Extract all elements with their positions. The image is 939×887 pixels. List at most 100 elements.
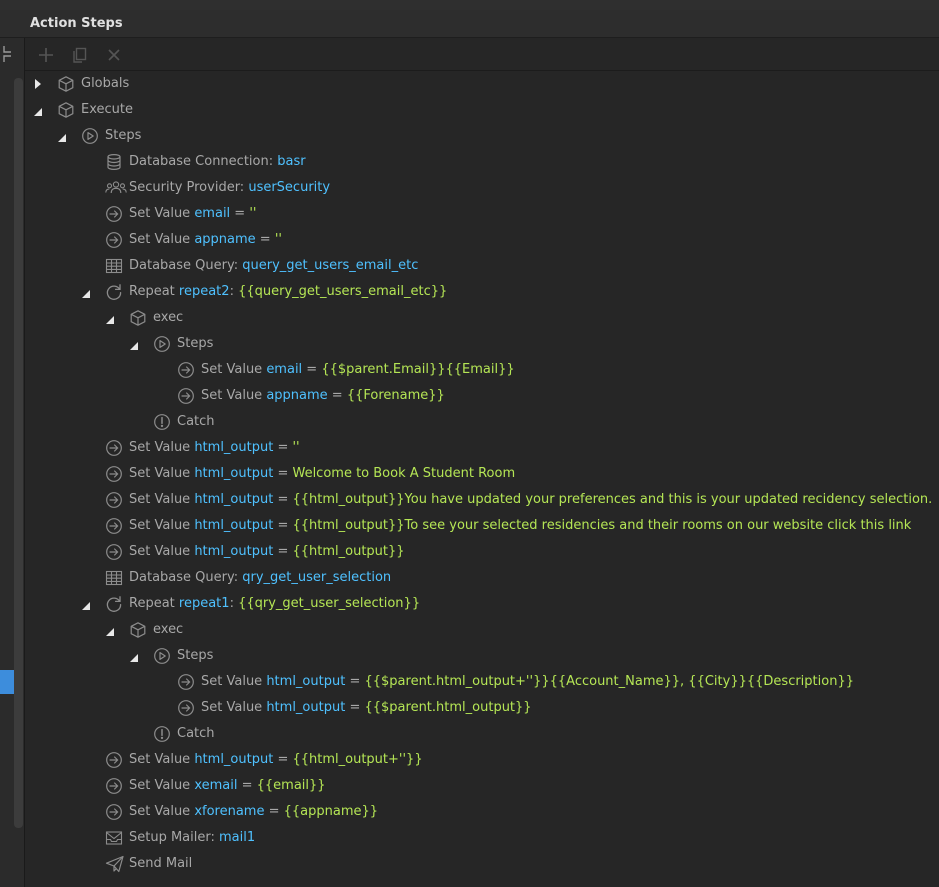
step-label-part: Set Value: [201, 700, 267, 715]
delete-step-button[interactable]: [105, 46, 123, 64]
tree-row[interactable]: Set Value email = {{$parent.Email}}{{Ema…: [25, 357, 939, 383]
tree-row[interactable]: Database Query: query_get_users_email_et…: [25, 253, 939, 279]
step-label: Set Value html_output = {{html_output}}T…: [129, 513, 911, 539]
table-icon: [105, 257, 123, 275]
step-label: Steps: [105, 123, 141, 149]
step-label: Set Value html_output = {{$parent.html_o…: [201, 695, 532, 721]
step-label: Set Value email = {{$parent.Email}}{{Ema…: [201, 357, 515, 383]
expanded-triangle-icon[interactable]: [129, 331, 143, 357]
tree-row[interactable]: Catch: [25, 721, 939, 747]
arrow-right-circle-icon: [105, 751, 123, 769]
step-label-part: userSecurity: [248, 180, 331, 195]
step-label-part: =: [302, 362, 322, 377]
expanded-triangle-icon[interactable]: [81, 279, 95, 305]
tree-row[interactable]: Globals: [25, 71, 939, 97]
step-label: Set Value appname = {{Forename}}: [201, 383, 445, 409]
step-label: Repeat repeat1: {{qry_get_user_selection…: [129, 591, 420, 617]
tree-row[interactable]: exec: [25, 305, 939, 331]
collapsed-triangle-icon[interactable]: [33, 71, 47, 97]
database-icon: [105, 153, 123, 171]
tree-row[interactable]: Execute: [25, 97, 939, 123]
expanded-triangle-icon[interactable]: [105, 305, 119, 331]
tree-row[interactable]: Set Value html_output = {{$parent.html_o…: [25, 695, 939, 721]
step-label-part: {{$parent.html_output}}: [364, 700, 532, 715]
add-step-button[interactable]: [37, 46, 55, 64]
step-label-part: =: [273, 544, 293, 559]
split-panel-icon[interactable]: [2, 45, 14, 63]
tree-row[interactable]: Send Mail: [25, 851, 939, 877]
step-label: Steps: [177, 331, 213, 357]
step-label: Set Value html_output = '': [129, 435, 300, 461]
step-label-part: =: [273, 518, 293, 533]
cube-icon: [129, 621, 147, 639]
tree-row[interactable]: Repeat repeat2: {{query_get_users_email_…: [25, 279, 939, 305]
step-label-part: Database Connection:: [129, 154, 278, 169]
cube-icon: [57, 101, 75, 119]
step-label-part: html_output: [194, 544, 274, 559]
tree-row[interactable]: Set Value html_output = {{html_output+''…: [25, 747, 939, 773]
play-circle-icon: [81, 127, 99, 145]
arrow-right-circle-icon: [105, 465, 123, 483]
step-label-part: html_output: [194, 752, 274, 767]
tree-row[interactable]: Set Value html_output = {{html_output}}: [25, 539, 939, 565]
step-label-part: =: [345, 700, 365, 715]
step-label-part: exec: [153, 310, 184, 325]
copy-step-button[interactable]: [71, 46, 89, 64]
tree-row[interactable]: Set Value html_output = {{html_output}}Y…: [25, 487, 939, 513]
step-label-part: '': [249, 206, 257, 221]
tree-row[interactable]: Steps: [25, 331, 939, 357]
expanded-triangle-icon[interactable]: [33, 97, 47, 123]
tree-row[interactable]: Database Connection: basr: [25, 149, 939, 175]
step-label: exec: [153, 617, 183, 643]
left-gutter: [0, 38, 25, 887]
step-label-part: Set Value: [129, 778, 195, 793]
vertical-scrollbar[interactable]: [14, 78, 23, 828]
step-label-part: =: [273, 440, 293, 455]
tree-row[interactable]: Steps: [25, 643, 939, 669]
step-label-part: Set Value: [129, 466, 195, 481]
tree-row[interactable]: Database Query: qry_get_user_selection: [25, 565, 939, 591]
step-label-part: =: [273, 466, 293, 481]
step-label-part: =: [273, 492, 293, 507]
arrow-right-circle-icon: [105, 543, 123, 561]
tree-row[interactable]: Set Value xforename = {{appname}}: [25, 799, 939, 825]
tree-row[interactable]: Set Value html_output = Welcome to Book …: [25, 461, 939, 487]
step-label-part: =: [264, 804, 284, 819]
arrow-right-circle-icon: [105, 205, 123, 223]
step-label-part: {{qry_get_user_selection}}: [238, 596, 421, 611]
tree-row[interactable]: Set Value appname = '': [25, 227, 939, 253]
expanded-triangle-icon[interactable]: [57, 123, 71, 149]
step-label-part: Set Value: [129, 518, 195, 533]
step-label-part: Steps: [177, 336, 214, 351]
top-strip: [0, 0, 939, 10]
tree-row[interactable]: Security Provider: userSecurity: [25, 175, 939, 201]
arrow-right-circle-icon: [105, 777, 123, 795]
step-label-part: Globals: [81, 76, 130, 91]
arrow-right-circle-icon: [105, 491, 123, 509]
table-icon: [105, 569, 123, 587]
step-label: Globals: [81, 71, 129, 97]
tree-row[interactable]: Set Value html_output = '': [25, 435, 939, 461]
tree-row[interactable]: Set Value email = '': [25, 201, 939, 227]
tree-row[interactable]: Catch: [25, 409, 939, 435]
step-label-part: email: [266, 362, 303, 377]
tree-row[interactable]: Set Value xemail = {{email}}: [25, 773, 939, 799]
step-label-part: html_output: [194, 466, 274, 481]
step-label-part: {{html_output}}You have updated your pre…: [292, 492, 933, 507]
expanded-triangle-icon[interactable]: [129, 643, 143, 669]
tree-row[interactable]: Set Value html_output = {{$parent.html_o…: [25, 669, 939, 695]
expanded-triangle-icon[interactable]: [105, 617, 119, 643]
tree-row[interactable]: Repeat repeat1: {{qry_get_user_selection…: [25, 591, 939, 617]
expanded-triangle-icon[interactable]: [81, 591, 95, 617]
tree-row[interactable]: Steps: [25, 123, 939, 149]
tree-row[interactable]: Set Value html_output = {{html_output}}T…: [25, 513, 939, 539]
tree-row[interactable]: exec: [25, 617, 939, 643]
tree-row[interactable]: Set Value appname = {{Forename}}: [25, 383, 939, 409]
tree-row[interactable]: Setup Mailer: mail1: [25, 825, 939, 851]
step-label-part: Set Value: [129, 544, 195, 559]
step-label: Set Value html_output = {{html_output}}: [129, 539, 405, 565]
step-label-part: Catch: [177, 414, 215, 429]
step-label-part: qry_get_user_selection: [242, 570, 392, 585]
step-label: Set Value email = '': [129, 201, 257, 227]
step-label-part: :: [229, 596, 239, 611]
